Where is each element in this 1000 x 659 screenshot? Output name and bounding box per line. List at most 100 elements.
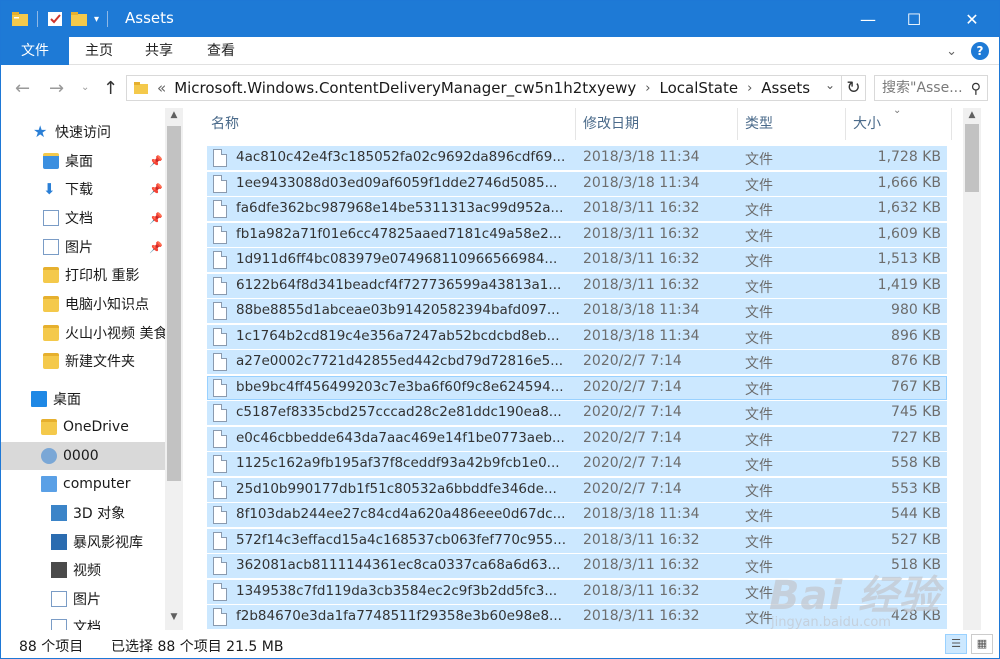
properties-icon[interactable]: [46, 10, 64, 28]
file-name: 1c1764b2cd819c4e356a7247ab52bcdcbd8eb...: [236, 327, 560, 344]
file-row[interactable]: 1c1764b2cd819c4e356a7247ab52bcdcbd8eb...…: [207, 324, 947, 349]
search-input[interactable]: 搜索"Asse... ⚲: [874, 75, 988, 101]
close-button[interactable]: ✕: [949, 1, 995, 37]
nav-item-printer[interactable]: 打印机 重影: [1, 261, 165, 289]
nav-quick-access[interactable]: ★ 快速访问: [1, 118, 165, 146]
nav-user-0000[interactable]: 0000: [1, 442, 165, 470]
nav-item-pictures[interactable]: 图片 📌: [1, 233, 165, 261]
tab-home[interactable]: 主页: [73, 37, 125, 65]
maximize-button[interactable]: ☐: [891, 1, 937, 37]
help-icon[interactable]: ?: [971, 42, 989, 60]
scroll-down-icon[interactable]: ▼: [165, 612, 183, 628]
file-row[interactable]: 572f14c3effacd15a4c168537cb063fef770c955…: [207, 528, 947, 553]
nav-label: 快速访问: [55, 125, 111, 141]
file-row[interactable]: f2b84670e3da1fa7748511f29358e3b60e98e8..…: [207, 605, 947, 629]
details-view-icon[interactable]: ☰: [945, 634, 967, 654]
nav-item-downloads[interactable]: ⬇ 下载 📌: [1, 175, 165, 203]
back-arrow-icon[interactable]: ←: [15, 78, 30, 99]
documents-folder-icon: [43, 210, 59, 226]
new-folder-icon[interactable]: [70, 10, 88, 28]
file-list-scrollbar[interactable]: ▲: [963, 108, 981, 630]
breadcrumb-item[interactable]: Assets: [761, 79, 810, 97]
scroll-up-icon[interactable]: ▲: [963, 110, 981, 120]
folder-location-icon: [134, 82, 148, 94]
column-date[interactable]: 修改日期: [575, 108, 735, 140]
breadcrumb-item[interactable]: Microsoft.Windows.ContentDeliveryManager…: [174, 79, 636, 97]
file-type: 文件: [745, 228, 773, 245]
file-size: 527 KB: [891, 531, 941, 548]
file-row[interactable]: 6122b64f8d341beadcf4f727736599a43813a1..…: [207, 273, 947, 298]
file-row[interactable]: 25d10b990177db1f51c80532a6bbddfe346de...…: [207, 477, 947, 502]
nav-desktop[interactable]: 桌面: [1, 385, 165, 413]
file-name: c5187ef8335cbd257cccad28c2e81ddc190ea8..…: [236, 404, 562, 420]
minimize-icon: —: [860, 9, 876, 29]
pin-icon[interactable]: 📌: [149, 241, 163, 254]
nav-3d-objects[interactable]: 3D 对象: [1, 499, 165, 527]
file-row[interactable]: 4ac810c42e4f3c185052fa02c9692da896cdf69.…: [207, 146, 947, 170]
file-name: e0c46cbbedde643da7aac469e14f1be0773aeb..…: [236, 429, 565, 446]
nav-item-new-folder[interactable]: 新建文件夹: [1, 347, 165, 375]
address-bar[interactable]: « Microsoft.Windows.ContentDeliveryManag…: [126, 75, 842, 101]
file-row[interactable]: 1349538c7fd119da3cb3584ec2c9f3b2dd5fc3..…: [207, 579, 947, 604]
file-row[interactable]: fa6dfe362bc987968e14be5311313ac99d952a..…: [207, 197, 947, 221]
expand-ribbon-chevron-icon[interactable]: ⌄: [946, 44, 957, 59]
file-row[interactable]: 8f103dab244ee27c84cd4a620a486eee0d67dc..…: [207, 503, 947, 527]
nav-scroll-thumb[interactable]: [167, 126, 181, 481]
forward-arrow-icon[interactable]: →: [49, 78, 64, 99]
file-date: 2018/3/18 11:34: [583, 506, 700, 522]
pin-icon[interactable]: 📌: [149, 155, 163, 168]
tab-view[interactable]: 查看: [195, 37, 247, 65]
breadcrumb-overflow[interactable]: «: [157, 79, 166, 97]
nav-videos[interactable]: 视频: [1, 556, 165, 584]
large-icons-view-icon[interactable]: ▦: [971, 634, 993, 654]
file-date: 2020/2/7 7:14: [583, 480, 682, 497]
nav-item-desktop[interactable]: 桌面 📌: [1, 147, 165, 175]
breadcrumb-separator-icon[interactable]: ›: [747, 81, 752, 96]
file-row[interactable]: a27e0002c7721d42855ed442cbd79d72816e5...…: [207, 350, 947, 374]
onedrive-icon: [41, 419, 57, 435]
nav-item-pc-tips[interactable]: 电脑小知识点: [1, 290, 165, 318]
file-type: 文件: [745, 432, 773, 449]
pin-icon[interactable]: 📌: [149, 183, 163, 196]
list-scroll-thumb[interactable]: [965, 124, 979, 192]
nav-documents[interactable]: 文档: [1, 613, 165, 630]
file-size: 1,632 KB: [877, 200, 941, 216]
nav-item-documents[interactable]: 文档 📌: [1, 204, 165, 232]
nav-media-library[interactable]: 暴风影视库: [1, 528, 165, 556]
file-row[interactable]: fb1a982a71f01e6cc47825aaed7181c49a58e2..…: [207, 222, 947, 247]
tab-share[interactable]: 共享: [133, 37, 185, 65]
column-type[interactable]: 类型: [737, 108, 845, 140]
tab-file[interactable]: 文件: [1, 37, 69, 65]
breadcrumb-separator-icon[interactable]: ›: [645, 81, 650, 96]
pin-icon[interactable]: 📌: [149, 212, 163, 225]
nav-pictures[interactable]: 图片: [1, 585, 165, 613]
nav-scrollbar[interactable]: ▲ ▼: [165, 108, 183, 630]
minimize-button[interactable]: —: [845, 1, 891, 37]
file-type: 文件: [745, 611, 773, 627]
file-icon: [213, 149, 227, 167]
refresh-button[interactable]: ↻: [842, 75, 866, 101]
file-row[interactable]: 88be8855d1abceae03b91420582394bafd097...…: [207, 299, 947, 323]
file-row[interactable]: 1125c162a9fb195af37f8ceddf93a42b9fcb1e0.…: [207, 452, 947, 476]
up-arrow-icon[interactable]: ↑: [103, 78, 118, 99]
file-row[interactable]: e0c46cbbedde643da7aac469e14f1be0773aeb..…: [207, 426, 947, 451]
customize-qat-chevron-icon[interactable]: ▾: [94, 14, 99, 25]
file-row[interactable]: c5187ef8335cbd257cccad28c2e81ddc190ea8..…: [207, 401, 947, 425]
file-size: 553 KB: [891, 480, 941, 497]
nav-onedrive[interactable]: OneDrive: [1, 413, 165, 441]
scroll-up-icon[interactable]: ▲: [165, 110, 183, 126]
nav-label: 火山小视频 美食: [65, 326, 165, 342]
nav-item-volcano-video[interactable]: 火山小视频 美食: [1, 319, 165, 347]
breadcrumb-item[interactable]: LocalState: [659, 79, 738, 97]
file-type: 文件: [745, 407, 773, 423]
nav-label: 下载: [65, 182, 93, 198]
file-row[interactable]: 1d911d6ff4bc083979e074968110966566984...…: [207, 248, 947, 272]
file-row[interactable]: 362081acb8111144361ec8ca0337ca68a6d63...…: [207, 554, 947, 578]
recent-locations-chevron-icon[interactable]: ⌄: [81, 82, 89, 93]
nav-computer[interactable]: computer: [1, 470, 165, 498]
file-row[interactable]: 1ee9433088d03ed09af6059f1dde2746d5085...…: [207, 171, 947, 196]
column-name[interactable]: 名称: [203, 108, 573, 140]
address-dropdown-chevron-icon[interactable]: ⌄: [825, 78, 835, 92]
folder-app-icon: [12, 12, 28, 26]
file-row[interactable]: bbe9bc4ff456499203c7e3ba6f60f9c8e624594.…: [207, 375, 947, 400]
